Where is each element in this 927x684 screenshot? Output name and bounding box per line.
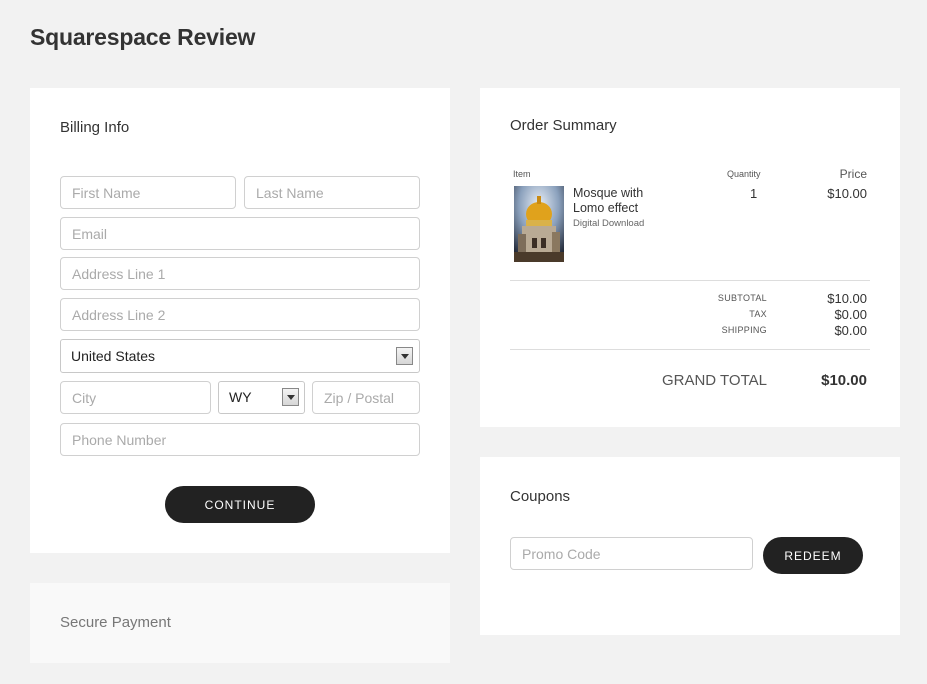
address-line-1-input[interactable] — [60, 257, 420, 290]
grand-total-value: $10.00 — [821, 372, 867, 389]
item-type: Digital Download — [573, 218, 645, 229]
email-input[interactable] — [60, 217, 420, 250]
redeem-button[interactable]: REDEEM — [763, 537, 863, 574]
country-select[interactable]: United States — [60, 339, 420, 373]
mosque-photo-icon — [514, 186, 564, 262]
secure-payment-panel[interactable]: Secure Payment — [30, 583, 450, 663]
tax-value: $0.00 — [834, 307, 867, 322]
shipping-value: $0.00 — [834, 323, 867, 338]
grand-total-label: GRAND TOTAL — [661, 372, 767, 389]
state-select[interactable]: WY — [218, 381, 305, 414]
coupons-panel: Coupons REDEEM — [480, 457, 900, 635]
city-input[interactable] — [60, 381, 211, 414]
chevron-down-icon[interactable] — [282, 388, 299, 406]
item-price: $10.00 — [827, 186, 867, 201]
address-line-2-input[interactable] — [60, 298, 420, 331]
phone-input[interactable] — [60, 423, 420, 456]
order-summary-title: Order Summary — [510, 117, 617, 134]
quantity-column-header: Quantity — [727, 169, 761, 179]
billing-info-panel: Billing Info United States WY CONTINUE — [30, 88, 450, 553]
billing-info-title: Billing Info — [60, 119, 130, 136]
subtotal-value: $10.00 — [827, 291, 867, 306]
zip-input[interactable] — [312, 381, 420, 414]
item-thumbnail[interactable] — [514, 186, 564, 262]
continue-button[interactable]: CONTINUE — [165, 486, 315, 523]
chevron-down-icon[interactable] — [396, 347, 413, 365]
country-select-value: United States — [71, 348, 156, 364]
secure-payment-title: Secure Payment — [60, 614, 171, 631]
order-summary-panel: Order Summary Item Quantity Price Mosque… — [480, 88, 900, 427]
price-column-header: Price — [839, 167, 867, 181]
shipping-label: SHIPPING — [721, 325, 767, 335]
last-name-input[interactable] — [244, 176, 420, 209]
coupons-title: Coupons — [510, 488, 571, 505]
first-name-input[interactable] — [60, 176, 236, 209]
tax-label: TAX — [749, 309, 767, 319]
subtotal-label: SUBTOTAL — [717, 293, 767, 303]
item-column-header: Item — [513, 169, 531, 179]
page-title: Squarespace Review — [30, 24, 256, 50]
item-name: Mosque with Lomo effect — [573, 186, 644, 215]
item-quantity: 1 — [750, 186, 758, 201]
order-divider — [510, 280, 870, 281]
promo-code-input[interactable] — [510, 537, 753, 570]
state-select-value: WY — [229, 389, 252, 405]
totals-divider — [510, 349, 870, 350]
